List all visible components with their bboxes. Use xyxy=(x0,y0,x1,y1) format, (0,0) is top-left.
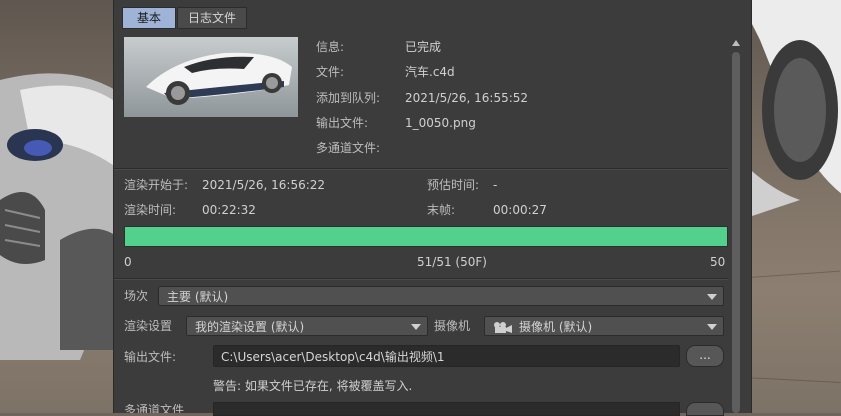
vertical-scrollbar[interactable] xyxy=(731,40,741,413)
file-label: 文件: xyxy=(316,65,345,79)
camera-icon xyxy=(494,321,512,333)
render-settings-dropdown[interactable]: 我的渲染设置 (默认) xyxy=(186,316,428,336)
overwrite-warning: 警告: 如果文件已存在, 将被覆盖写入. xyxy=(213,379,413,393)
last-frame-value: 00:00:27 xyxy=(493,203,547,217)
chevron-down-icon xyxy=(411,324,421,330)
estimate-label: 预估时间: xyxy=(427,178,480,192)
tab-basic[interactable]: 基本 xyxy=(122,7,176,29)
progress-fill xyxy=(125,227,727,246)
tab-log-file[interactable]: 日志文件 xyxy=(177,7,248,29)
output-file-label: 输出文件: xyxy=(124,350,177,364)
progress-min-label: 0 xyxy=(124,255,132,269)
browse-button[interactable]: ... xyxy=(686,345,724,367)
scroll-thumb[interactable] xyxy=(732,52,740,413)
camera-value: 摄像机 (默认) xyxy=(519,320,593,334)
render-queue-panel: 基本 日志文件 信息: 已完成 文件: 汽车.c4d 添加到队列: 2021/5… xyxy=(113,0,752,416)
progress-max-label: 50 xyxy=(710,255,726,269)
take-dropdown[interactable]: 主要 (默认) xyxy=(158,286,724,306)
output-label: 输出文件: xyxy=(316,116,369,130)
car-render-right xyxy=(740,0,841,220)
queued-label: 添加到队列: xyxy=(316,91,381,105)
output-path-input[interactable]: C:\Users\acer\Desktop\c4d\输出视频\1 xyxy=(213,345,680,367)
chevron-down-icon xyxy=(707,324,717,330)
status-label: 信息: xyxy=(316,40,345,54)
scroll-up-icon[interactable] xyxy=(732,40,740,46)
multipass-file-label: 多通道文件 xyxy=(124,404,185,413)
last-frame-label: 末帧: xyxy=(427,203,456,217)
render-settings-value: 我的渲染设置 (默认) xyxy=(195,320,305,334)
divider xyxy=(114,278,728,280)
divider xyxy=(114,168,728,170)
progress-center-label: 51/51 (50F) xyxy=(417,255,487,269)
status-value: 已完成 xyxy=(405,40,442,54)
render-time-value: 00:22:32 xyxy=(202,203,256,217)
estimate-value: - xyxy=(493,178,498,192)
take-value: 主要 (默认) xyxy=(167,290,229,304)
multipass-label: 多通道文件: xyxy=(316,141,381,155)
camera-label: 摄像机 xyxy=(434,319,471,333)
render-start-label: 渲染开始于: xyxy=(124,178,189,192)
render-start-value: 2021/5/26, 16:56:22 xyxy=(202,178,326,192)
render-time-label: 渲染时间: xyxy=(124,203,177,217)
render-thumbnail xyxy=(124,37,298,117)
multipass-path-input[interactable] xyxy=(213,402,680,416)
queued-value: 2021/5/26, 16:55:52 xyxy=(405,91,529,105)
take-label: 场次 xyxy=(124,289,149,303)
camera-dropdown[interactable]: 摄像机 (默认) xyxy=(484,316,724,336)
render-progress-bar xyxy=(124,226,728,247)
output-value: 1_0050.png xyxy=(405,116,476,130)
file-value: 汽车.c4d xyxy=(405,65,455,79)
chevron-down-icon xyxy=(707,294,717,300)
tab-bar: 基本 日志文件 xyxy=(122,7,248,29)
render-settings-label: 渲染设置 xyxy=(124,319,173,333)
multipass-browse-button[interactable] xyxy=(686,402,724,416)
